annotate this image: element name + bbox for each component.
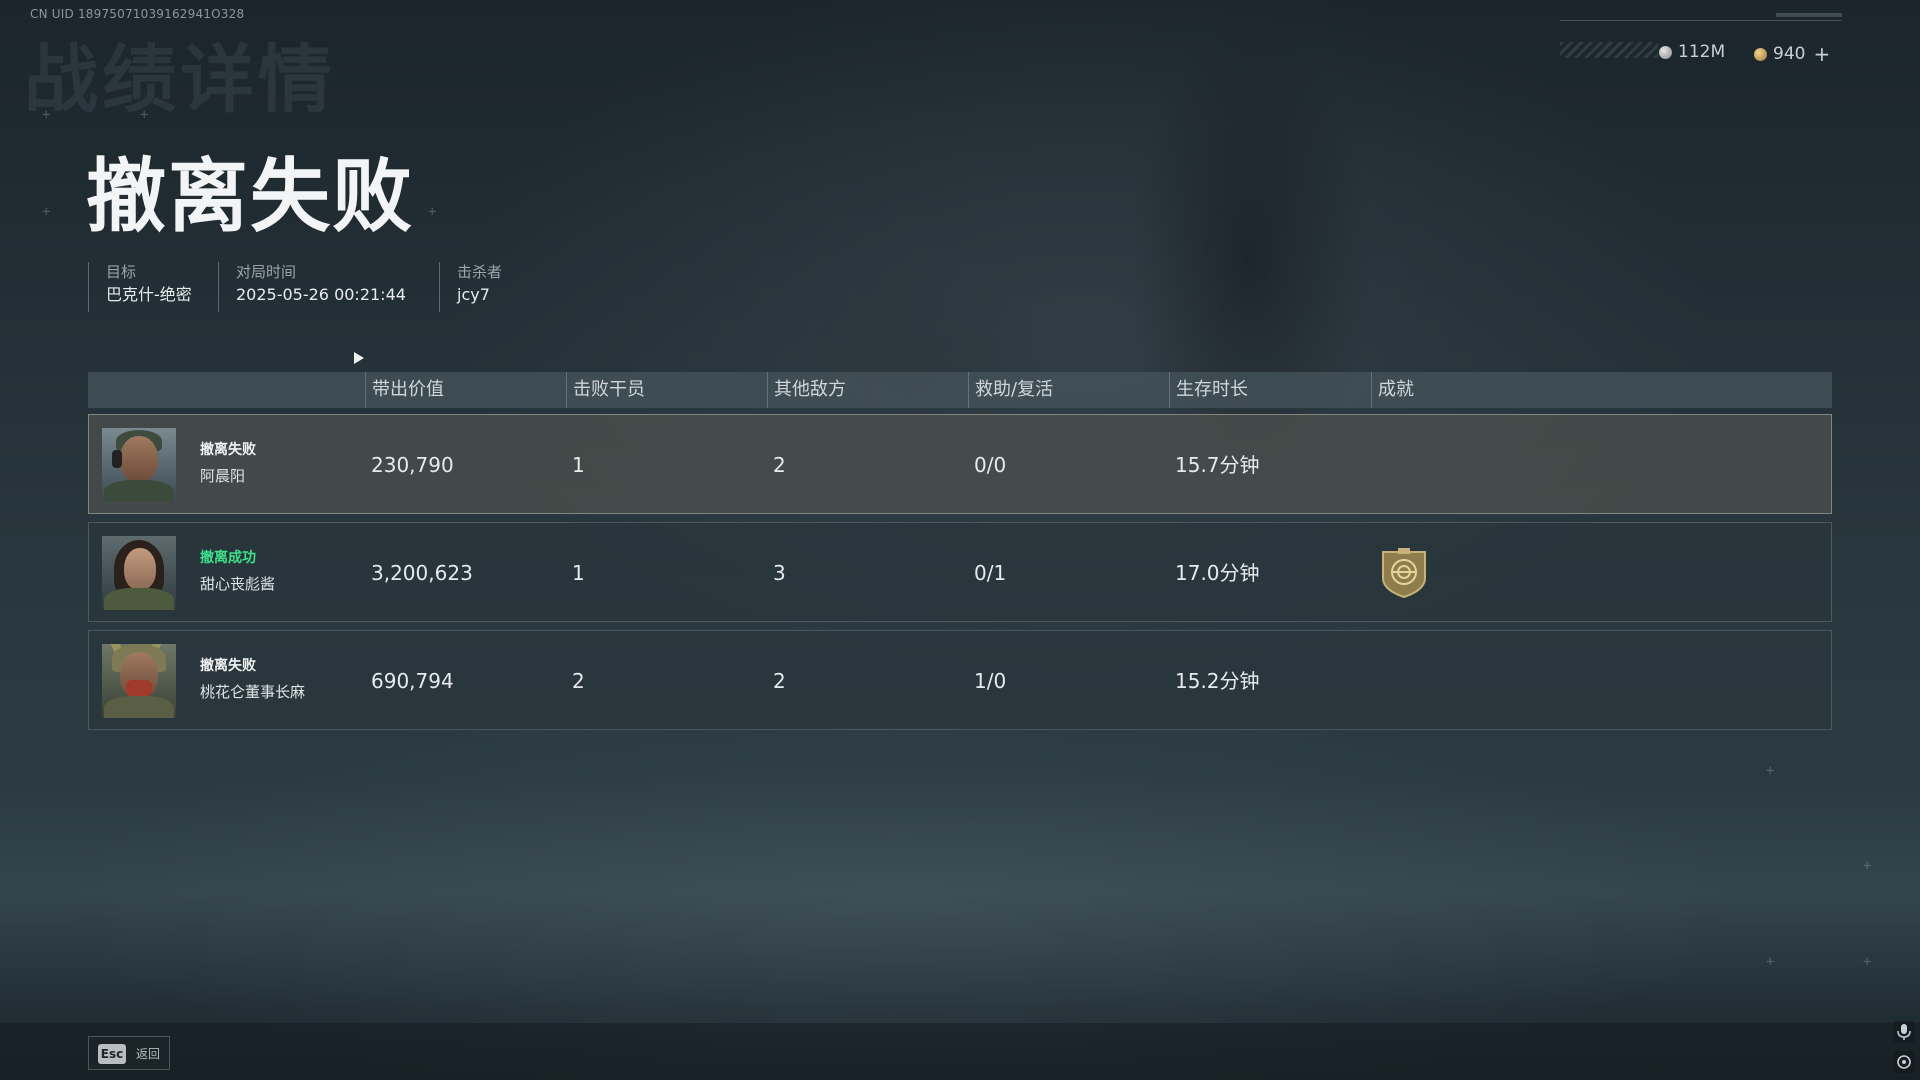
column-header-other-enemies: 其他敌方 bbox=[767, 372, 846, 408]
other-enemies: 2 bbox=[773, 453, 786, 477]
info-target: 目标 巴克什-绝密 bbox=[88, 262, 192, 312]
info-value: 2025-05-26 00:21:44 bbox=[236, 285, 406, 304]
page-title: 撤离失败 bbox=[86, 150, 414, 243]
info-value: 巴克什-绝密 bbox=[106, 285, 192, 304]
operator-portrait bbox=[102, 536, 176, 610]
back-label: 返回 bbox=[136, 1047, 161, 1061]
table-row[interactable]: 撤离失败 阿晨阳 230,790 1 2 0/0 15.7分钟 bbox=[88, 414, 1832, 514]
extract-value: 3,200,623 bbox=[371, 561, 473, 585]
column-header-survival-time: 生存时长 bbox=[1169, 372, 1248, 408]
top-divider-mark bbox=[1776, 13, 1842, 17]
crosshair-decoration: + bbox=[42, 204, 51, 220]
info-label: 对局时间 bbox=[236, 263, 297, 281]
column-header-operator-kills: 击败干员 bbox=[566, 372, 645, 408]
table-row[interactable]: 撤离失败 桃花仑董事长麻 690,794 2 2 1/0 15.2分钟 bbox=[88, 630, 1832, 730]
player-name: 甜心丧彪酱 bbox=[200, 575, 276, 593]
survival-time: 15.7分钟 bbox=[1175, 453, 1260, 477]
crosshair-decoration: + bbox=[1863, 858, 1872, 874]
top-divider bbox=[1560, 20, 1842, 21]
silver-coin-icon bbox=[1659, 45, 1672, 59]
gold-coin-icon bbox=[1754, 47, 1767, 61]
operator-portrait bbox=[102, 644, 176, 718]
operator-kills: 2 bbox=[572, 669, 585, 693]
back-button[interactable]: Esc 返回 bbox=[88, 1036, 170, 1070]
survival-time: 15.2分钟 bbox=[1175, 669, 1260, 693]
column-header-extract-value: 带出价值 bbox=[365, 372, 444, 408]
crosshair-decoration: + bbox=[1766, 954, 1775, 970]
operator-kills: 1 bbox=[572, 453, 585, 477]
settings-icon[interactable] bbox=[1893, 1051, 1915, 1073]
player-name: 阿晨阳 bbox=[200, 467, 246, 485]
hatch-decoration bbox=[1560, 42, 1658, 58]
extract-status: 撤离失败 bbox=[200, 658, 256, 674]
crosshair-decoration: + bbox=[1863, 954, 1872, 970]
assist-revive: 0/1 bbox=[974, 561, 1007, 585]
mouse-cursor-icon bbox=[354, 352, 364, 364]
column-header-assist-revive: 救助/复活 bbox=[968, 372, 1053, 408]
other-enemies: 3 bbox=[773, 561, 786, 585]
extract-status: 撤离失败 bbox=[200, 442, 256, 458]
crosshair-decoration: + bbox=[1766, 763, 1775, 779]
footer-bar bbox=[0, 1023, 1920, 1080]
extract-value: 690,794 bbox=[371, 669, 454, 693]
extract-status: 撤离成功 bbox=[200, 550, 256, 566]
achievement-badge-icon[interactable] bbox=[1381, 548, 1427, 598]
gold-amount: 940 bbox=[1773, 44, 1806, 64]
operator-kills: 1 bbox=[572, 561, 585, 585]
info-label: 击杀者 bbox=[457, 263, 503, 281]
info-value: jcy7 bbox=[457, 285, 490, 304]
survival-time: 17.0分钟 bbox=[1175, 561, 1260, 585]
info-match-time: 对局时间 2025-05-26 00:21:44 bbox=[218, 262, 406, 312]
assist-revive: 1/0 bbox=[974, 669, 1007, 693]
table-row[interactable]: 撤离成功 甜心丧彪酱 3,200,623 1 3 0/1 17.0分钟 bbox=[88, 522, 1832, 622]
player-uid: CN UID 18975071039162941O328 bbox=[30, 7, 245, 21]
background-fog bbox=[0, 780, 1920, 1010]
assist-revive: 0/0 bbox=[974, 453, 1007, 477]
add-currency-icon[interactable]: + bbox=[1813, 42, 1830, 66]
info-label: 目标 bbox=[106, 263, 137, 281]
silver-amount: 112M bbox=[1678, 42, 1726, 62]
microphone-icon[interactable] bbox=[1893, 1021, 1915, 1043]
operator-portrait bbox=[102, 428, 176, 502]
background-page-title: 战绩详情 bbox=[24, 37, 336, 123]
esc-key-icon: Esc bbox=[98, 1044, 126, 1064]
column-header-achievement: 成就 bbox=[1371, 372, 1414, 408]
other-enemies: 2 bbox=[773, 669, 786, 693]
crosshair-decoration: + bbox=[428, 204, 437, 220]
info-killer: 击杀者 jcy7 bbox=[439, 262, 502, 312]
extract-value: 230,790 bbox=[371, 453, 454, 477]
player-name: 桃花仑董事长麻 bbox=[200, 683, 306, 701]
silver-currency: 112M bbox=[1659, 42, 1725, 62]
gold-currency[interactable]: 940 + bbox=[1754, 42, 1830, 66]
table-header: 带出价值 击败干员 其他敌方 救助/复活 生存时长 成就 bbox=[88, 372, 1832, 408]
